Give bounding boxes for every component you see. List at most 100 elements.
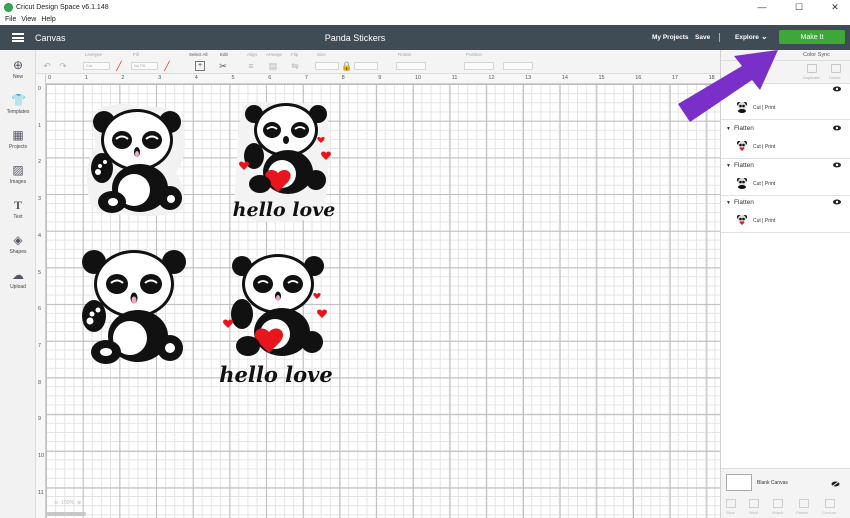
eye-hidden-icon[interactable] — [831, 481, 840, 487]
ruler-top-label: 13 — [525, 75, 532, 81]
ruler-left: 0 1 2 3 4 5 6 7 8 9 10 11 — [36, 74, 46, 518]
layer-thumbnail — [737, 215, 747, 225]
minimize-button[interactable]: — — [749, 0, 775, 14]
panda-heart-sticker-1[interactable]: hello love — [232, 100, 336, 224]
redo-icon[interactable]: ↷ — [58, 61, 68, 71]
position-y-input[interactable] — [503, 62, 533, 70]
size-width-input[interactable] — [315, 62, 339, 70]
layer-group-4[interactable]: ▼ Flatten Cut | Print — [721, 197, 850, 233]
weld-icon[interactable] — [749, 499, 759, 508]
blank-canvas-swatch[interactable] — [726, 474, 752, 491]
window-title: Cricut Design Space v6.1.148 — [16, 3, 109, 11]
panda-sticker-1[interactable] — [86, 102, 190, 218]
size-height-input[interactable] — [354, 62, 378, 70]
caret-down-icon[interactable]: ▼ — [726, 126, 731, 132]
align-icon[interactable]: ≡ — [246, 61, 256, 71]
sidebar-item-templates[interactable]: 👕 Templates — [0, 93, 36, 115]
layer-thumbnail — [737, 102, 747, 113]
my-projects-link[interactable]: My Projects — [652, 34, 689, 41]
caret-down-icon[interactable]: ▼ — [726, 200, 731, 206]
ruler-left-label: 6 — [38, 306, 42, 313]
sidebar-item-shapes[interactable]: ◈ Shapes — [0, 233, 36, 255]
eye-icon[interactable] — [833, 199, 841, 205]
projects-icon: ▦ — [12, 128, 24, 142]
duplicate-label: Duplicate — [803, 75, 820, 80]
layer-top-actions: Duplicate Delete — [721, 61, 850, 84]
sidebar-item-images[interactable]: ▨ Images — [0, 163, 36, 185]
toolbar-align-label: Align — [247, 52, 258, 57]
eye-icon[interactable] — [833, 125, 841, 131]
lock-icon[interactable]: 🔒 — [341, 61, 352, 71]
sidebar-item-text[interactable]: T Text — [0, 198, 36, 220]
sidebar-item-upload[interactable]: ☁ Upload — [0, 268, 36, 290]
layer-thumbnail — [737, 141, 747, 151]
rotate-input[interactable] — [396, 62, 426, 70]
ruler-top-label: 11 — [451, 75, 458, 81]
linetype-color-icon[interactable]: ╱ — [114, 61, 124, 71]
fill-select[interactable]: No Fill — [131, 62, 158, 70]
sidebar-item-label: Shapes — [9, 249, 27, 255]
tshirt-icon: 👕 — [11, 93, 26, 107]
slice-icon[interactable] — [726, 499, 736, 508]
save-link[interactable]: Save — [695, 34, 710, 41]
select-all-icon[interactable]: + — [195, 61, 205, 71]
attach-label: Attach — [772, 510, 784, 515]
toolbar-arrange-label: Arrange — [266, 52, 283, 57]
menu-help[interactable]: Help — [41, 16, 55, 23]
undo-icon[interactable]: ↶ — [42, 61, 52, 71]
image-icon: ▨ — [12, 163, 24, 177]
make-it-button[interactable]: Make It — [779, 30, 845, 44]
layer-operation: Cut | Print — [753, 144, 776, 150]
edit-toolbar: ↶ ↷ Linetype Cut ╱ Fill No Fill ╱ Select… — [0, 50, 720, 74]
flip-icon[interactable]: ⇋ — [290, 61, 300, 71]
arrange-icon[interactable]: ▤ — [268, 61, 278, 71]
layer-group-2[interactable]: ▼ Flatten Cut | Print — [721, 123, 850, 159]
layer-group-name: Flatten — [734, 125, 754, 132]
zoom-in-icon[interactable]: ⊕ — [77, 500, 81, 506]
explore-dropdown[interactable]: Explore — [735, 34, 759, 41]
layer-group-name: Flatten — [734, 162, 754, 169]
contour-icon[interactable] — [825, 499, 835, 508]
sidebar-item-new[interactable]: ⊕ New — [0, 58, 36, 80]
ruler-left-label: 7 — [38, 342, 42, 349]
eye-icon[interactable] — [833, 162, 841, 168]
attach-icon[interactable] — [773, 499, 783, 508]
ruler-top: 0 1 2 3 4 5 6 7 8 9 10 11 12 13 14 15 16 17 18 — [36, 74, 720, 84]
close-button[interactable]: ✕ — [822, 0, 848, 14]
header-divider — [719, 33, 720, 42]
ruler-top-label: 12 — [488, 75, 495, 81]
shapes-icon: ◈ — [13, 233, 23, 247]
position-x-input[interactable] — [464, 62, 494, 70]
ruler-left-label: 1 — [38, 122, 42, 129]
maximize-button[interactable]: ☐ — [786, 0, 812, 14]
project-title[interactable]: Panda Stickers — [0, 33, 710, 43]
ruler-left-label: 8 — [38, 379, 42, 386]
layer-group-1[interactable]: Cut | Print — [721, 84, 850, 120]
sidebar-item-projects[interactable]: ▦ Projects — [0, 128, 36, 150]
fill-color-icon[interactable]: ╱ — [162, 61, 172, 71]
delete-icon[interactable] — [831, 64, 841, 73]
horizontal-scrollbar[interactable] — [46, 512, 86, 516]
chevron-down-icon[interactable]: ⌄ — [761, 32, 768, 41]
tab-color-sync[interactable]: Color Sync — [803, 52, 830, 58]
zoom-out-icon[interactable]: ⊖ — [54, 500, 58, 506]
linetype-select[interactable]: Cut — [83, 62, 110, 70]
eye-icon[interactable] — [833, 86, 841, 92]
layer-group-3[interactable]: ▼ Flatten Cut | Print — [721, 160, 850, 196]
panda-sticker-2[interactable] — [80, 244, 188, 368]
zoom-control[interactable]: ⊖ 100% ⊕ — [54, 498, 94, 508]
panda-heart-sticker-2[interactable]: hello love — [220, 252, 336, 388]
ruler-top-label: 14 — [561, 75, 568, 81]
upload-cloud-icon: ☁ — [12, 268, 24, 282]
menu-bar: File View Help — [0, 14, 850, 25]
duplicate-icon[interactable] — [807, 64, 817, 73]
caret-down-icon[interactable]: ▼ — [726, 163, 731, 169]
ruler-top-label: 2 — [121, 75, 125, 81]
menu-view[interactable]: View — [21, 16, 36, 23]
edit-icon[interactable]: ✂ — [218, 61, 228, 71]
toolbar-size-label: Size — [317, 52, 326, 57]
flatten-icon[interactable] — [799, 499, 809, 508]
menu-file[interactable]: File — [5, 16, 16, 23]
toolbar-position-label: Position — [466, 52, 483, 57]
ruler-left-label: 5 — [38, 269, 42, 276]
